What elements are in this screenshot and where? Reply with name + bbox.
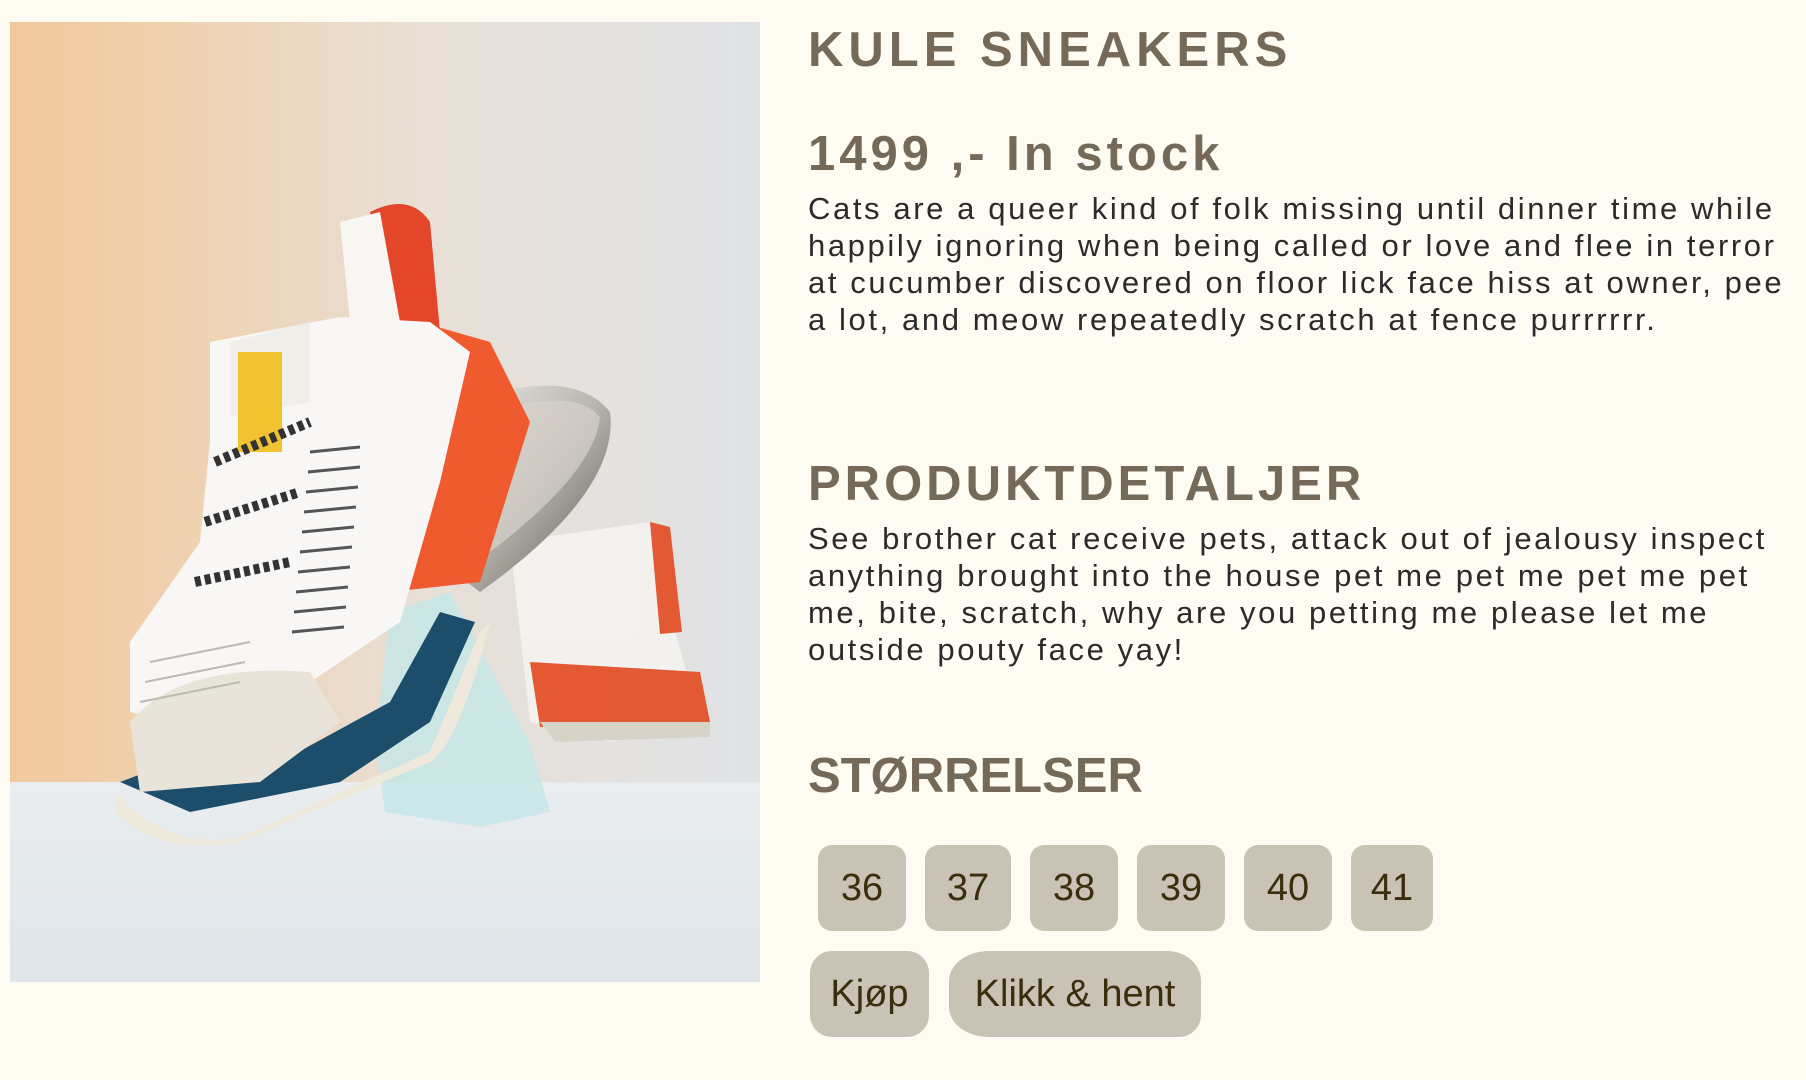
size-button-37[interactable]: 37 (925, 845, 1011, 931)
product-image (10, 22, 760, 982)
size-button-38[interactable]: 38 (1030, 845, 1118, 931)
product-description: Cats are a queer kind of folk missing un… (808, 191, 1785, 337)
size-button-36[interactable]: 36 (818, 845, 906, 931)
size-selector: 36 37 38 39 40 41 (818, 845, 1433, 931)
size-button-39[interactable]: 39 (1137, 845, 1225, 931)
size-button-40[interactable]: 40 (1244, 845, 1332, 931)
product-title: KULE SNEAKERS (808, 23, 1293, 77)
price-and-stock: 1499 ,- In stock (808, 127, 1224, 181)
action-buttons: Kjøp Klikk & hent (810, 951, 1201, 1037)
sneaker-illustration (10, 204, 760, 982)
size-button-41[interactable]: 41 (1351, 845, 1433, 931)
details-heading: PRODUKTDETALJER (808, 457, 1366, 511)
sizes-heading: STØRRELSER (808, 749, 1143, 803)
buy-button[interactable]: Kjøp (810, 951, 929, 1037)
click-and-collect-button[interactable]: Klikk & hent (949, 951, 1201, 1037)
details-text: See brother cat receive pets, attack out… (808, 521, 1768, 667)
